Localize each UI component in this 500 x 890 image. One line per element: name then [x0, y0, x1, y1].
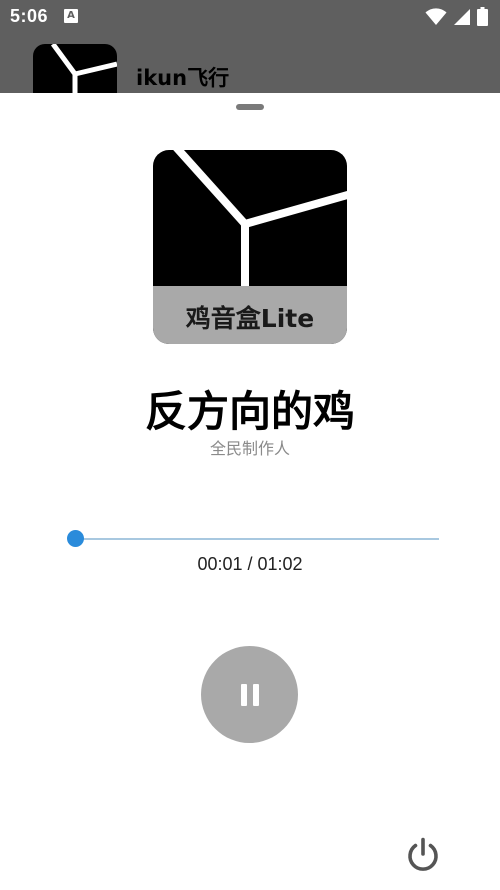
- status-bar: 5:06 A: [0, 0, 500, 34]
- signal-icon: [454, 8, 470, 25]
- power-button[interactable]: [404, 836, 442, 874]
- wifi-icon: [425, 7, 447, 25]
- progress-track[interactable]: [69, 538, 439, 540]
- album-label: 鸡音盒Lite: [185, 304, 315, 333]
- status-time: 5:06: [10, 6, 49, 26]
- notification-icon: A: [64, 9, 78, 23]
- status-icons: [425, 7, 488, 26]
- song-title: 反方向的鸡: [144, 387, 355, 436]
- album-art: 鸡音盒Lite: [153, 150, 347, 344]
- screen: 5:06 A ikun飞行 鸡音盒Lite 反方向的鸡 全民制作人 00:01 …: [0, 0, 500, 890]
- progress-thumb[interactable]: [66, 530, 84, 547]
- power-icon: [408, 837, 438, 871]
- drag-handle[interactable]: [236, 104, 264, 110]
- battery-icon: [477, 7, 488, 26]
- background-app-title: ikun飞行: [136, 66, 230, 90]
- time-readout: 00:01 / 01:02: [197, 554, 303, 574]
- album-label-band: 鸡音盒Lite: [153, 286, 347, 344]
- background-app-header: ikun飞行: [0, 34, 500, 114]
- player-bottom-sheet: 鸡音盒Lite 反方向的鸡 全民制作人 00:01 / 01:02: [0, 93, 500, 890]
- song-artist: 全民制作人: [209, 439, 290, 458]
- pause-button[interactable]: [201, 646, 298, 743]
- y-logo-icon: [173, 150, 347, 290]
- pause-icon: [240, 683, 259, 706]
